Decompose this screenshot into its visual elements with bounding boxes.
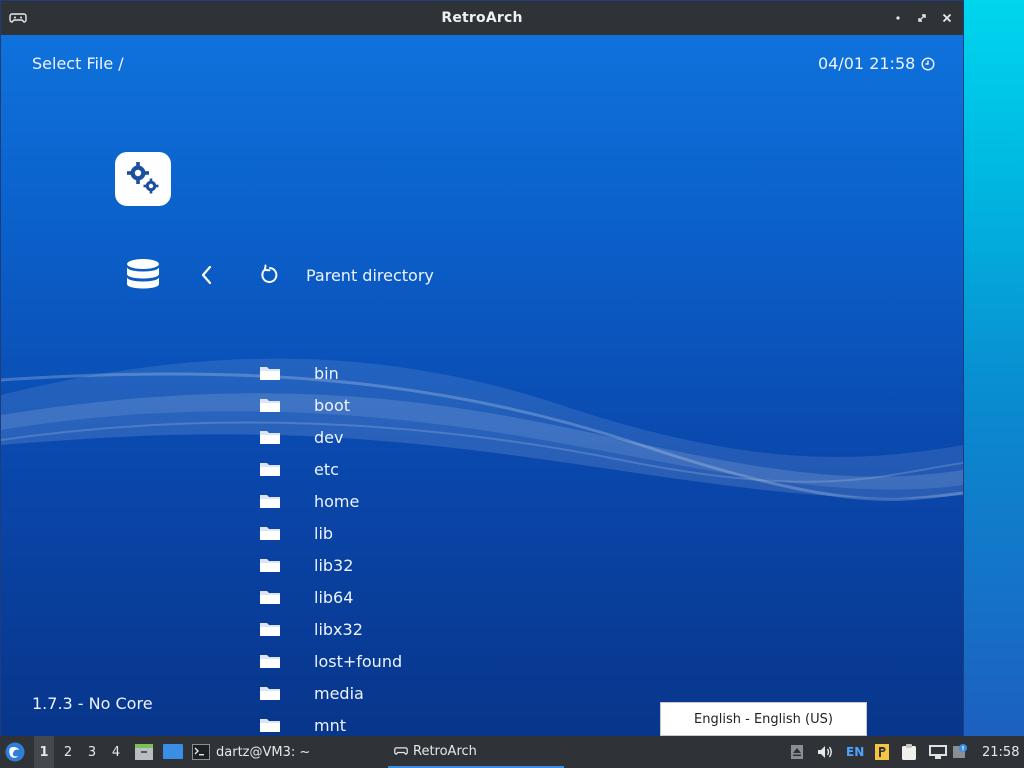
minimize-icon [896,16,900,20]
folder-icon [260,431,280,444]
task-terminal-label: dartz@VM3: ~ [216,744,311,760]
chevron-left-icon[interactable] [199,264,215,286]
workspace-3[interactable]: 3 [82,736,102,768]
window-titlebar[interactable]: RetroArch [1,1,963,35]
tray-network[interactable] [928,736,948,768]
parent-directory-label: Parent directory [306,265,434,285]
volume-icon [818,746,832,758]
file-name: lost+found [314,651,403,671]
notification-icon [953,744,967,758]
gamepad-icon [9,13,27,23]
task-retroarch[interactable]: RetroArch [388,736,564,768]
core-version-label: 1.7.3 - No Core [32,694,153,713]
list-item[interactable]: lib32 [259,549,659,581]
desktop-icon [163,744,183,759]
tray-app-indicator[interactable] [874,736,890,768]
settings-tab[interactable] [115,152,171,206]
language-tooltip-text: English - English (US) [694,711,833,727]
list-item[interactable]: libx32 [259,613,659,645]
header-clock: 04/01 21:58 [818,54,935,73]
show-desktop-launcher[interactable] [162,736,184,768]
folder-icon [260,367,280,380]
network-icon [929,745,947,759]
gears-icon [127,162,159,194]
list-item[interactable]: bin [259,357,659,389]
refresh-icon [261,264,278,283]
list-item[interactable]: dev [259,421,659,453]
tray-clipboard[interactable] [900,736,918,768]
folder-icon [260,399,280,412]
workspace-4[interactable]: 4 [106,736,126,768]
task-terminal[interactable]: dartz@VM3: ~ [192,736,382,768]
tray-removable-media[interactable] [790,736,806,768]
list-item[interactable]: lib [259,517,659,549]
clock-icon [921,56,935,71]
folder-icon [260,655,280,668]
file-name: lib32 [314,555,354,575]
list-item[interactable]: media [259,677,659,709]
file-name: mnt [314,715,346,735]
folder-icon [260,495,280,508]
list-item[interactable]: lost+found [259,645,659,677]
folder-icon [260,559,280,572]
file-manager-icon [135,744,153,760]
tray-volume[interactable] [816,736,836,768]
file-name: boot [314,395,351,415]
list-item[interactable]: boot [259,389,659,421]
close-button[interactable] [936,7,958,29]
terminal-icon [192,744,210,760]
p-app-icon [875,744,889,760]
taskbar: 1 2 3 4 dartz@VM3: ~ RetroArch EN 21:58 [0,736,1024,768]
file-name: dev [314,427,344,447]
retroarch-window: RetroArch Select File / 04/01 21:58 Pare… [0,0,964,740]
database-icon[interactable] [125,258,161,294]
file-name: etc [314,459,339,479]
folder-icon [260,463,280,476]
lxqt-logo-icon [5,742,25,762]
folder-icon [260,719,280,732]
file-name: lib64 [314,587,354,607]
file-manager-launcher[interactable] [134,736,154,768]
task-retroarch-label: RetroArch [413,743,477,759]
restore-icon [918,14,926,22]
list-item[interactable]: home [259,485,659,517]
file-list: bin boot dev etc home lib lib32 lib64 li… [259,357,659,739]
workspace-1[interactable]: 1 [34,736,54,768]
workspace-2[interactable]: 2 [58,736,78,768]
start-menu-button[interactable] [4,736,30,768]
parent-directory-item[interactable]: Parent directory [259,262,434,288]
language-tooltip: English - English (US) [660,702,867,736]
list-item[interactable]: etc [259,453,659,485]
file-name: lib [314,523,334,543]
taskbar-clock[interactable]: 21:58 [982,736,1022,768]
menu-area: Select File / 04/01 21:58 Parent directo… [1,35,963,739]
file-name: home [314,491,360,511]
window-title: RetroArch [441,10,523,26]
close-icon [942,13,952,23]
file-name: bin [314,363,339,383]
maximize-button[interactable] [911,7,933,29]
gamepad-icon [394,747,408,755]
page-title: Select File / [32,54,124,73]
folder-icon [260,527,280,540]
folder-icon [260,623,280,636]
clock-text: 04/01 21:58 [818,54,916,73]
eject-icon [791,745,803,759]
file-name: media [314,683,364,703]
minimize-button[interactable] [887,7,909,29]
tray-keyboard-layout[interactable]: EN [846,736,868,768]
folder-icon [260,687,280,700]
list-item[interactable]: lib64 [259,581,659,613]
clipboard-icon [902,744,916,760]
tray-notifications[interactable] [952,736,968,768]
file-name: libx32 [314,619,363,639]
folder-icon [260,591,280,604]
